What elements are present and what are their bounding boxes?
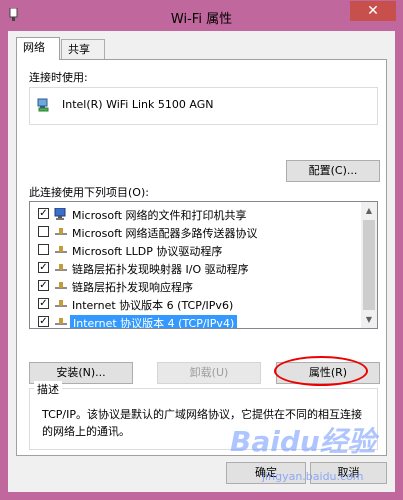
protocol-icon: [55, 228, 67, 235]
item-label: Internet 协议版本 4 (TCP/IPv4): [70, 315, 238, 328]
tab-share[interactable]: 共享: [61, 39, 105, 59]
item-checkbox[interactable]: ✓: [38, 208, 49, 219]
protocol-icon: [55, 282, 67, 289]
item-label: Microsoft 网络适配器多路传送器协议: [72, 227, 258, 240]
item-checkbox[interactable]: [38, 244, 49, 255]
item-label: Microsoft 网络的文件和打印机共享: [72, 209, 247, 222]
components-list[interactable]: ✓ Microsoft 网络的文件和打印机共享 Microsoft 网络适配器多…: [29, 201, 378, 329]
uninstall-button[interactable]: 卸载(U): [157, 362, 261, 384]
protocol-icon: [55, 264, 67, 271]
list-item[interactable]: Microsoft LLDP 协议驱动程序: [30, 241, 360, 259]
item-checkbox[interactable]: ✓: [38, 316, 49, 327]
protocol-icon: [55, 318, 67, 325]
list-item-selected[interactable]: ✓ Internet 协议版本 4 (TCP/IPv4): [30, 313, 360, 328]
watermark-logo: Baidu经验: [230, 425, 376, 458]
description-title: 描述: [34, 381, 62, 397]
network-client-icon: [54, 208, 66, 220]
item-checkbox[interactable]: ✓: [38, 280, 49, 291]
item-label: 链路层拓扑发现响应程序: [72, 281, 193, 294]
list-item[interactable]: ✓ Microsoft 网络的文件和打印机共享: [30, 205, 360, 223]
adapter-name: Intel(R) WiFi Link 5100 AGN: [62, 98, 214, 111]
scroll-up-arrow-icon[interactable]: ▲: [361, 202, 377, 219]
watermark-url: jingyan.baidu.com: [262, 470, 364, 483]
list-item[interactable]: ✓ 链路层拓扑发现映射器 I/O 驱动程序: [30, 259, 360, 277]
list-item[interactable]: ✓ 链路层拓扑发现响应程序: [30, 277, 360, 295]
connect-using-label: 连接时使用:: [29, 71, 88, 84]
scroll-thumb[interactable]: [363, 220, 375, 310]
item-checkbox[interactable]: [38, 226, 49, 237]
item-label: Microsoft LLDP 协议驱动程序: [72, 245, 223, 258]
window-title: Wi-Fi 属性: [170, 12, 233, 27]
item-checkbox[interactable]: ✓: [38, 262, 49, 273]
annotation-circle: [274, 356, 368, 386]
item-label: Internet 协议版本 6 (TCP/IPv6): [72, 299, 234, 312]
protocol-icon: [55, 246, 67, 253]
list-item[interactable]: ✓ Internet 协议版本 6 (TCP/IPv6): [30, 295, 360, 313]
tab-network[interactable]: 网络: [16, 37, 60, 60]
network-tab-panel: 连接时使用: Intel(R) WiFi Link 5100 AGN 配置(C)…: [16, 59, 387, 456]
configure-button[interactable]: 配置(C)...: [286, 160, 380, 182]
list-scrollbar[interactable]: ▲ ▼: [361, 202, 377, 328]
close-button[interactable]: ✕: [350, 1, 396, 21]
items-label: 此连接使用下列项目(O):: [29, 186, 149, 199]
item-label: 链路层拓扑发现映射器 I/O 驱动程序: [72, 263, 249, 276]
title-bar[interactable]: Wi-Fi 属性 ✕: [0, 0, 403, 30]
network-adapter-icon: [37, 98, 49, 112]
protocol-icon: [55, 300, 67, 307]
scroll-down-arrow-icon[interactable]: ▼: [361, 311, 377, 328]
wifi-properties-window: Wi-Fi 属性 ✕ 网络 共享 连接时使用: Intel(R) WiFi Li…: [0, 0, 403, 500]
item-checkbox[interactable]: ✓: [38, 298, 49, 309]
adapter-box: Intel(R) WiFi Link 5100 AGN: [29, 87, 378, 125]
list-item[interactable]: Microsoft 网络适配器多路传送器协议: [30, 223, 360, 241]
